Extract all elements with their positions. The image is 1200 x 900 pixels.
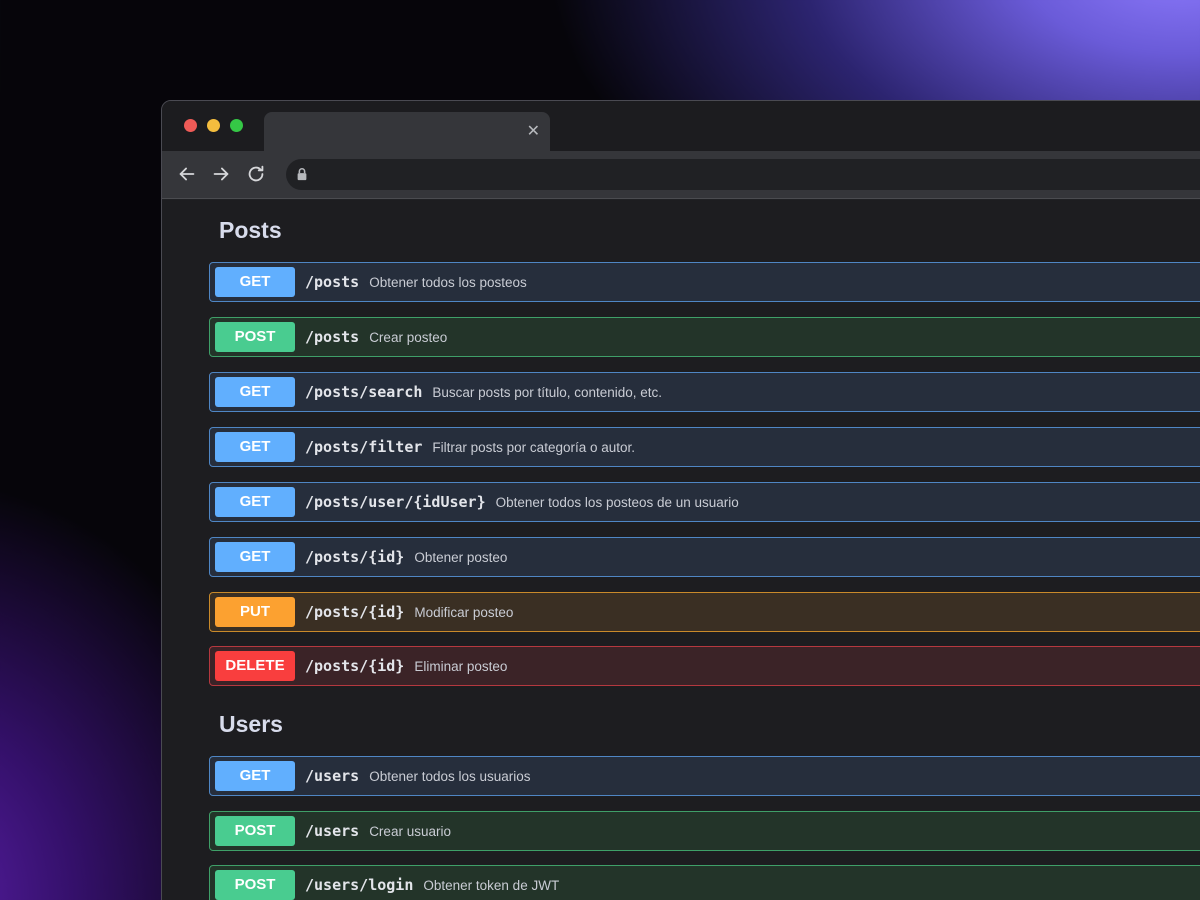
operation-get-users[interactable]: GET /users Obtener todos los usuarios	[209, 756, 1200, 796]
operation-path: /users	[305, 822, 360, 840]
operation-put-posts-id[interactable]: PUT /posts/{id} Modificar posteo	[209, 592, 1200, 632]
operation-path: /posts/{id}	[305, 603, 405, 621]
arrow-left-icon[interactable]	[176, 163, 198, 185]
operation-get-posts-user[interactable]: GET /posts/user/{idUser} Obtener todos lo…	[209, 482, 1200, 522]
operation-path: /posts/{id}	[305, 657, 405, 675]
close-icon[interactable]: ✕	[527, 121, 540, 141]
address-bar[interactable]	[286, 159, 1200, 190]
section-title-users[interactable]: Users	[219, 711, 283, 738]
operation-path: /users	[305, 767, 360, 785]
title-bar: ✕	[162, 101, 1200, 151]
operation-path: /posts/filter	[305, 438, 423, 456]
method-badge: GET	[215, 377, 295, 407]
browser-tab[interactable]: ✕	[264, 112, 550, 151]
operation-description: Obtener todos los usuarios	[369, 769, 531, 784]
method-badge: DELETE	[215, 651, 295, 681]
method-badge: POST	[215, 322, 295, 352]
operation-delete-posts-id[interactable]: DELETE /posts/{id} Eliminar posteo	[209, 646, 1200, 686]
window-zoom-dot[interactable]	[230, 119, 243, 132]
operation-post-users[interactable]: POST /users Crear usuario	[209, 811, 1200, 851]
operation-path: /posts	[305, 328, 360, 346]
window-close-dot[interactable]	[184, 119, 197, 132]
method-badge: GET	[215, 761, 295, 791]
operation-description: Modificar posteo	[414, 605, 514, 620]
operation-description: Obtener posteo	[414, 550, 508, 565]
operation-post-posts[interactable]: POST /posts Crear posteo	[209, 317, 1200, 357]
operation-post-users-login[interactable]: POST /users/login Obtener token de JWT	[209, 865, 1200, 900]
api-docs-content: Posts GET /posts Obtener todos los posteo…	[162, 200, 1200, 900]
lock-icon	[295, 167, 309, 181]
browser-toolbar	[162, 151, 1200, 199]
method-badge: PUT	[215, 597, 295, 627]
method-badge: POST	[215, 816, 295, 846]
operation-path: /posts/search	[305, 383, 423, 401]
method-badge: GET	[215, 487, 295, 517]
operation-description: Buscar posts por título, contenido, etc.	[432, 385, 663, 400]
arrow-right-icon[interactable]	[210, 163, 232, 185]
operation-path: /users/login	[305, 876, 414, 894]
section-title-posts[interactable]: Posts	[219, 217, 282, 244]
operation-path: /posts/user/{idUser}	[305, 493, 486, 511]
reload-icon[interactable]	[245, 163, 267, 185]
browser-window: ✕ Posts GET /posts Obtener todos los post…	[161, 100, 1200, 900]
method-badge: POST	[215, 870, 295, 900]
operation-description: Crear usuario	[369, 824, 451, 839]
operation-path: /posts/{id}	[305, 548, 405, 566]
operation-get-posts-id[interactable]: GET /posts/{id} Obtener posteo	[209, 537, 1200, 577]
operation-description: Filtrar posts por categoría o autor.	[432, 440, 636, 455]
operation-path: /posts	[305, 273, 360, 291]
operation-description: Eliminar posteo	[414, 659, 508, 674]
operation-description: Crear posteo	[369, 330, 448, 345]
method-badge: GET	[215, 267, 295, 297]
operation-description: Obtener todos los posteos	[369, 275, 527, 290]
operation-get-posts[interactable]: GET /posts Obtener todos los posteos	[209, 262, 1200, 302]
operation-description: Obtener token de JWT	[423, 878, 560, 893]
operation-get-posts-search[interactable]: GET /posts/search Buscar posts por título…	[209, 372, 1200, 412]
method-badge: GET	[215, 542, 295, 572]
method-badge: GET	[215, 432, 295, 462]
operation-get-posts-filter[interactable]: GET /posts/filter Filtrar posts por categ…	[209, 427, 1200, 467]
window-minimize-dot[interactable]	[207, 119, 220, 132]
operation-description: Obtener todos los posteos de un usuario	[495, 495, 739, 510]
